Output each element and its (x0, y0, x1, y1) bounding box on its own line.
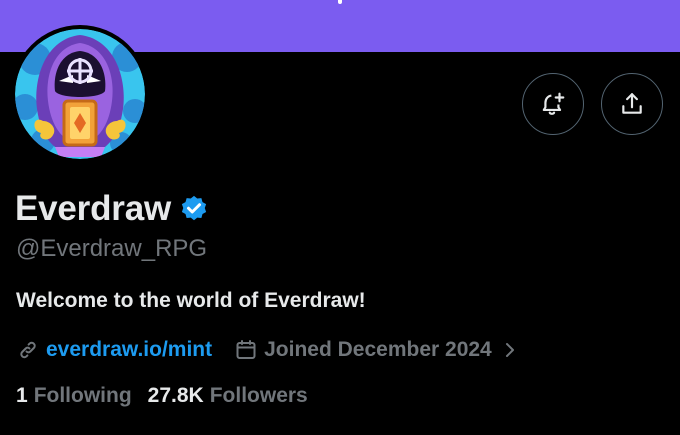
share-upload-icon (622, 93, 642, 114)
profile-avatar[interactable] (11, 25, 149, 163)
name-row: Everdraw (15, 186, 209, 232)
banner-mark (338, 0, 342, 4)
following-label: Following (33, 384, 132, 407)
followers-count: 27.8K (147, 384, 204, 407)
following-link[interactable]: 1 Following (16, 384, 132, 408)
profile-meta: everdraw.io/mint Joined December 2024 (16, 336, 522, 364)
chevron-right-icon[interactable] (498, 338, 522, 362)
hooded-wizard-avatar (15, 29, 145, 159)
joined-date: Joined December 2024 (264, 338, 492, 361)
share-button[interactable] (601, 73, 663, 135)
bell-plus-icon (542, 92, 565, 115)
verified-badge-icon[interactable] (179, 194, 209, 224)
display-name: Everdraw (15, 189, 171, 228)
notify-button[interactable] (522, 73, 584, 135)
user-handle: @Everdraw_RPG (16, 235, 208, 262)
link-icon (20, 341, 36, 359)
followers-label: Followers (209, 384, 308, 407)
following-count: 1 (16, 384, 28, 407)
followers-link[interactable]: 27.8K Followers (148, 384, 308, 408)
website-link[interactable]: everdraw.io/mint (46, 338, 212, 362)
calendar-icon (236, 340, 256, 359)
follow-stats: 1 Following 27.8K Followers (16, 382, 308, 410)
profile-bio: Welcome to the world of Everdraw! (16, 289, 366, 312)
